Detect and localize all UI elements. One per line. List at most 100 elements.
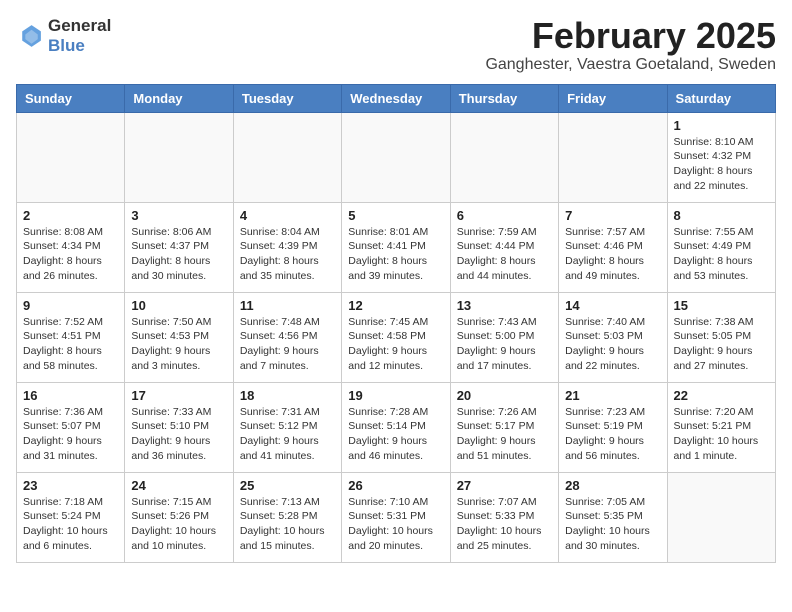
location-subtitle: Ganghester, Vaestra Goetaland, Sweden [485, 56, 776, 74]
day-number: 19 [348, 388, 443, 403]
calendar-cell: 27 Sunrise: 7:07 AMSunset: 5:33 PMDayligh… [450, 472, 558, 562]
day-info: Sunrise: 8:01 AMSunset: 4:41 PMDaylight:… [348, 225, 443, 284]
day-info: Sunrise: 7:05 AMSunset: 5:35 PMDaylight:… [565, 495, 660, 554]
calendar-cell: 20Sunrise: 7:26 AMSunset: 5:17 PMDayligh… [450, 382, 558, 472]
calendar-cell: 11 Sunrise: 7:48 AMSunset: 4:56 PMDayligh… [233, 292, 341, 382]
week-row-2: 9Sunrise: 7:52 AMSunset: 4:51 PMDaylight… [17, 292, 776, 382]
day-number: 20 [457, 388, 552, 403]
calendar-body: 1 Sunrise: 8:10 AMSunset: 4:32 PMDaylight… [17, 112, 776, 562]
calendar-cell [342, 112, 450, 202]
day-info: Sunrise: 7:43 AMSunset: 5:00 PMDaylight:… [457, 315, 552, 374]
calendar-cell: 10 Sunrise: 7:50 AMSunset: 4:53 PMDayligh… [125, 292, 233, 382]
day-info: Sunrise: 7:07 AMSunset: 5:33 PMDaylight:… [457, 495, 552, 554]
day-info: Sunrise: 7:31 AMSunset: 5:12 PMDaylight:… [240, 405, 335, 464]
calendar-cell [17, 112, 125, 202]
weekday-header-row: SundayMondayTuesdayWednesdayThursdayFrid… [17, 84, 776, 112]
day-number: 4 [240, 208, 335, 223]
day-number: 7 [565, 208, 660, 223]
day-info: Sunrise: 7:28 AMSunset: 5:14 PMDaylight:… [348, 405, 443, 464]
calendar-cell: 12Sunrise: 7:45 AMSunset: 4:58 PMDayligh… [342, 292, 450, 382]
calendar-cell: 22 Sunrise: 7:20 AMSunset: 5:21 PMDayligh… [667, 382, 775, 472]
day-info: Sunrise: 8:04 AMSunset: 4:39 PMDaylight:… [240, 225, 335, 284]
weekday-header-wednesday: Wednesday [342, 84, 450, 112]
day-number: 10 [131, 298, 226, 313]
day-number: 28 [565, 478, 660, 493]
calendar-cell: 17 Sunrise: 7:33 AMSunset: 5:10 PMDayligh… [125, 382, 233, 472]
day-info: Sunrise: 7:33 AMSunset: 5:10 PMDaylight:… [131, 405, 226, 464]
day-info: Sunrise: 7:48 AMSunset: 4:56 PMDaylight:… [240, 315, 335, 374]
calendar-cell: 21 Sunrise: 7:23 AMSunset: 5:19 PMDayligh… [559, 382, 667, 472]
day-info: Sunrise: 7:13 AMSunset: 5:28 PMDaylight:… [240, 495, 335, 554]
page-header: General Blue February 2025 Ganghester, V… [16, 16, 776, 74]
calendar-cell: 5Sunrise: 8:01 AMSunset: 4:41 PMDaylight… [342, 202, 450, 292]
day-info: Sunrise: 7:50 AMSunset: 4:53 PMDaylight:… [131, 315, 226, 374]
weekday-header-thursday: Thursday [450, 84, 558, 112]
calendar-cell: 15 Sunrise: 7:38 AMSunset: 5:05 PMDayligh… [667, 292, 775, 382]
day-number: 17 [131, 388, 226, 403]
day-info: Sunrise: 7:10 AMSunset: 5:31 PMDaylight:… [348, 495, 443, 554]
calendar-cell [233, 112, 341, 202]
day-number: 14 [565, 298, 660, 313]
calendar-cell: 3Sunrise: 8:06 AMSunset: 4:37 PMDaylight… [125, 202, 233, 292]
calendar-table: SundayMondayTuesdayWednesdayThursdayFrid… [16, 84, 776, 563]
day-info: Sunrise: 7:55 AMSunset: 4:49 PMDaylight:… [674, 225, 769, 284]
day-info: Sunrise: 8:08 AMSunset: 4:34 PMDaylight:… [23, 225, 118, 284]
calendar-cell: 28 Sunrise: 7:05 AMSunset: 5:35 PMDayligh… [559, 472, 667, 562]
day-number: 9 [23, 298, 118, 313]
calendar-cell [125, 112, 233, 202]
day-info: Sunrise: 7:20 AMSunset: 5:21 PMDaylight:… [674, 405, 769, 464]
day-info: Sunrise: 7:38 AMSunset: 5:05 PMDaylight:… [674, 315, 769, 374]
calendar-cell: 9Sunrise: 7:52 AMSunset: 4:51 PMDaylight… [17, 292, 125, 382]
day-number: 18 [240, 388, 335, 403]
calendar-cell: 7 Sunrise: 7:57 AMSunset: 4:46 PMDaylight… [559, 202, 667, 292]
day-number: 21 [565, 388, 660, 403]
day-info: Sunrise: 8:10 AMSunset: 4:32 PMDaylight:… [674, 135, 769, 194]
calendar-cell: 23Sunrise: 7:18 AMSunset: 5:24 PMDayligh… [17, 472, 125, 562]
day-number: 11 [240, 298, 335, 313]
calendar-cell: 24Sunrise: 7:15 AMSunset: 5:26 PMDayligh… [125, 472, 233, 562]
logo: General Blue [16, 16, 111, 55]
weekday-header-sunday: Sunday [17, 84, 125, 112]
day-info: Sunrise: 7:23 AMSunset: 5:19 PMDaylight:… [565, 405, 660, 464]
day-number: 15 [674, 298, 769, 313]
weekday-header-saturday: Saturday [667, 84, 775, 112]
week-row-4: 23Sunrise: 7:18 AMSunset: 5:24 PMDayligh… [17, 472, 776, 562]
calendar-cell: 26Sunrise: 7:10 AMSunset: 5:31 PMDayligh… [342, 472, 450, 562]
weekday-header-friday: Friday [559, 84, 667, 112]
calendar-cell: 14 Sunrise: 7:40 AMSunset: 5:03 PMDayligh… [559, 292, 667, 382]
day-number: 12 [348, 298, 443, 313]
logo-text: General Blue [48, 16, 111, 55]
calendar-cell [667, 472, 775, 562]
week-row-1: 2 Sunrise: 8:08 AMSunset: 4:34 PMDaylight… [17, 202, 776, 292]
logo-icon [16, 22, 44, 50]
calendar-cell: 13Sunrise: 7:43 AMSunset: 5:00 PMDayligh… [450, 292, 558, 382]
day-number: 6 [457, 208, 552, 223]
calendar-cell: 2 Sunrise: 8:08 AMSunset: 4:34 PMDaylight… [17, 202, 125, 292]
calendar-cell [450, 112, 558, 202]
day-number: 22 [674, 388, 769, 403]
calendar-cell: 1 Sunrise: 8:10 AMSunset: 4:32 PMDaylight… [667, 112, 775, 202]
calendar-cell: 19 Sunrise: 7:28 AMSunset: 5:14 PMDayligh… [342, 382, 450, 472]
day-number: 2 [23, 208, 118, 223]
day-number: 8 [674, 208, 769, 223]
day-info: Sunrise: 7:59 AMSunset: 4:44 PMDaylight:… [457, 225, 552, 284]
day-number: 27 [457, 478, 552, 493]
day-number: 1 [674, 118, 769, 133]
calendar-cell: 6 Sunrise: 7:59 AMSunset: 4:44 PMDaylight… [450, 202, 558, 292]
day-number: 24 [131, 478, 226, 493]
calendar-cell [559, 112, 667, 202]
day-number: 25 [240, 478, 335, 493]
calendar-cell: 8 Sunrise: 7:55 AMSunset: 4:49 PMDaylight… [667, 202, 775, 292]
month-title: February 2025 [485, 16, 776, 56]
week-row-3: 16 Sunrise: 7:36 AMSunset: 5:07 PMDayligh… [17, 382, 776, 472]
calendar-header: SundayMondayTuesdayWednesdayThursdayFrid… [17, 84, 776, 112]
day-number: 23 [23, 478, 118, 493]
day-info: Sunrise: 7:57 AMSunset: 4:46 PMDaylight:… [565, 225, 660, 284]
weekday-header-tuesday: Tuesday [233, 84, 341, 112]
week-row-0: 1 Sunrise: 8:10 AMSunset: 4:32 PMDaylight… [17, 112, 776, 202]
calendar-cell: 16 Sunrise: 7:36 AMSunset: 5:07 PMDayligh… [17, 382, 125, 472]
day-info: Sunrise: 7:40 AMSunset: 5:03 PMDaylight:… [565, 315, 660, 374]
day-number: 16 [23, 388, 118, 403]
day-info: Sunrise: 7:36 AMSunset: 5:07 PMDaylight:… [23, 405, 118, 464]
day-number: 3 [131, 208, 226, 223]
